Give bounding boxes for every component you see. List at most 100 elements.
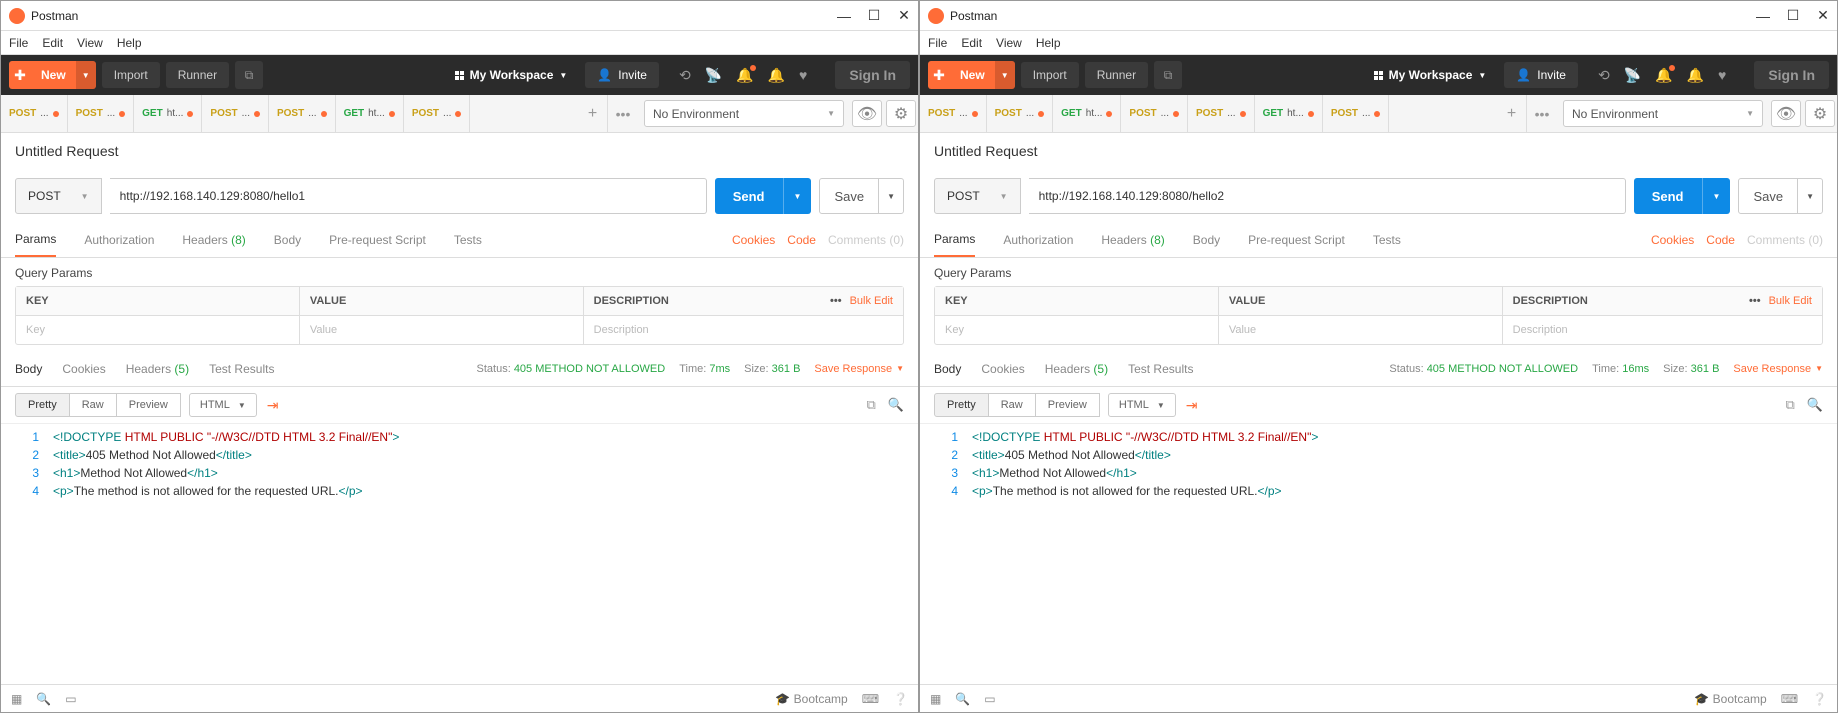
fmt-pretty[interactable]: Pretty (934, 393, 989, 417)
value-input[interactable]: Value (300, 316, 584, 344)
tab-headers[interactable]: Headers (8) (182, 233, 245, 247)
minimize-button[interactable]: — (1757, 10, 1769, 22)
description-input[interactable]: Description (584, 316, 903, 344)
request-tab[interactable]: POST ... (269, 95, 336, 132)
invite-button[interactable]: 👤Invite (585, 62, 659, 88)
bulk-edit-link[interactable]: Bulk Edit (1769, 295, 1812, 307)
heart-icon[interactable]: ♥ (799, 67, 807, 83)
cookies-link[interactable]: Cookies (732, 233, 775, 247)
menu-item-edit[interactable]: Edit (961, 36, 982, 50)
signin-button[interactable]: Sign In (1754, 61, 1829, 89)
chevron-down-icon[interactable]: ▼ (878, 179, 903, 213)
help-icon[interactable]: ❔ (1812, 692, 1827, 706)
signin-button[interactable]: Sign In (835, 61, 910, 89)
help-icon[interactable]: ❔ (893, 692, 908, 706)
tab-tests[interactable]: Tests (454, 233, 482, 247)
request-tab[interactable]: POST ... (68, 95, 135, 132)
invite-button[interactable]: 👤Invite (1504, 62, 1578, 88)
request-tab[interactable]: GET ht... (1255, 95, 1323, 132)
save-button[interactable]: Save▼ (819, 178, 904, 214)
send-button[interactable]: Send▼ (1634, 178, 1731, 214)
resp-tab-cookies[interactable]: Cookies (981, 362, 1024, 376)
resp-tab-tests[interactable]: Test Results (209, 362, 274, 376)
request-tab[interactable]: POST ... (202, 95, 269, 132)
env-settings-icon[interactable]: ⚙ (886, 100, 916, 127)
satellite-icon[interactable]: 📡 (1624, 67, 1641, 84)
value-input[interactable]: Value (1219, 316, 1503, 344)
method-select[interactable]: POST▼ (934, 178, 1021, 214)
resp-tab-headers[interactable]: Headers (5) (126, 362, 189, 376)
send-button[interactable]: Send▼ (715, 178, 812, 214)
response-body[interactable]: 1<!DOCTYPE HTML PUBLIC "-//W3C//DTD HTML… (1, 424, 918, 684)
maximize-button[interactable]: ☐ (1787, 10, 1799, 22)
menu-item-file[interactable]: File (9, 36, 28, 50)
new-tab-button[interactable]: + (578, 95, 608, 132)
new-button[interactable]: ✚ New ▼ (9, 61, 96, 89)
fmt-lang-select[interactable]: HTML ▼ (1108, 393, 1176, 417)
sync-icon[interactable]: ⟲ (1598, 67, 1610, 84)
request-tab[interactable]: POST ... (1121, 95, 1188, 132)
resp-tab-headers[interactable]: Headers (5) (1045, 362, 1108, 376)
menu-item-view[interactable]: View (77, 36, 103, 50)
notifications-icon[interactable]: 🔔 (1655, 67, 1672, 84)
env-preview-icon[interactable]: 👁 (1771, 100, 1801, 127)
tab-options-button[interactable]: ••• (608, 95, 638, 132)
chevron-down-icon[interactable]: ▼ (1797, 179, 1822, 213)
menu-item-help[interactable]: Help (1036, 36, 1061, 50)
find-icon[interactable]: 🔍 (955, 692, 970, 706)
env-settings-icon[interactable]: ⚙ (1805, 100, 1835, 127)
new-tab-button[interactable]: + (1497, 95, 1527, 132)
find-icon[interactable]: 🔍 (36, 692, 51, 706)
more-icon[interactable]: ••• (1749, 295, 1761, 307)
close-button[interactable]: ✕ (898, 10, 910, 22)
sidebar-toggle-icon[interactable]: ▦ (930, 692, 941, 706)
tab-tests[interactable]: Tests (1373, 233, 1401, 247)
request-title[interactable]: Untitled Request (1, 133, 918, 170)
bell-icon[interactable]: 🔔 (768, 67, 785, 84)
sync-icon[interactable]: ⟲ (679, 67, 691, 84)
request-tab[interactable]: GET ht... (1053, 95, 1121, 132)
save-response-link[interactable]: Save Response ▼ (1733, 363, 1823, 375)
cookies-link[interactable]: Cookies (1651, 233, 1694, 247)
request-tab[interactable]: GET ht... (336, 95, 404, 132)
resp-tab-body[interactable]: Body (934, 362, 961, 376)
console-icon[interactable]: ▭ (984, 692, 995, 706)
description-input[interactable]: Description (1503, 316, 1822, 344)
code-link[interactable]: Code (787, 233, 816, 247)
new-window-icon[interactable]: ⧉ (1154, 61, 1182, 89)
key-input[interactable]: Key (935, 316, 1219, 344)
tab-params[interactable]: Params (934, 222, 975, 257)
request-tab[interactable]: POST ... (987, 95, 1054, 132)
tab-body[interactable]: Body (274, 233, 301, 247)
notifications-icon[interactable]: 🔔 (736, 67, 753, 84)
request-tab[interactable]: POST ... (1188, 95, 1255, 132)
request-title[interactable]: Untitled Request (920, 133, 1837, 170)
close-button[interactable]: ✕ (1817, 10, 1829, 22)
maximize-button[interactable]: ☐ (868, 10, 880, 22)
env-preview-icon[interactable]: 👁 (852, 100, 882, 127)
menu-item-view[interactable]: View (996, 36, 1022, 50)
menu-item-edit[interactable]: Edit (42, 36, 63, 50)
search-icon[interactable]: 🔍 (888, 397, 904, 413)
request-tab[interactable]: POST ... (1, 95, 68, 132)
tab-params[interactable]: Params (15, 222, 56, 257)
comments-link[interactable]: Comments (0) (1747, 233, 1823, 247)
console-icon[interactable]: ▭ (65, 692, 76, 706)
copy-icon[interactable]: ⧉ (1786, 397, 1795, 413)
copy-icon[interactable]: ⧉ (867, 397, 876, 413)
request-tab[interactable]: POST ... (404, 95, 471, 132)
runner-button[interactable]: Runner (166, 62, 229, 88)
keyboard-icon[interactable]: ⌨ (862, 692, 879, 706)
fmt-preview[interactable]: Preview (1036, 393, 1100, 417)
chevron-down-icon[interactable]: ▼ (783, 178, 812, 214)
url-input[interactable] (1029, 178, 1626, 214)
menu-item-help[interactable]: Help (117, 36, 142, 50)
fmt-preview[interactable]: Preview (117, 393, 181, 417)
request-tab[interactable]: POST ... (920, 95, 987, 132)
environment-select[interactable]: No Environment▼ (644, 100, 844, 127)
save-button[interactable]: Save▼ (1738, 178, 1823, 214)
save-response-link[interactable]: Save Response ▼ (814, 363, 904, 375)
comments-link[interactable]: Comments (0) (828, 233, 904, 247)
bell-icon[interactable]: 🔔 (1687, 67, 1704, 84)
fmt-pretty[interactable]: Pretty (15, 393, 70, 417)
